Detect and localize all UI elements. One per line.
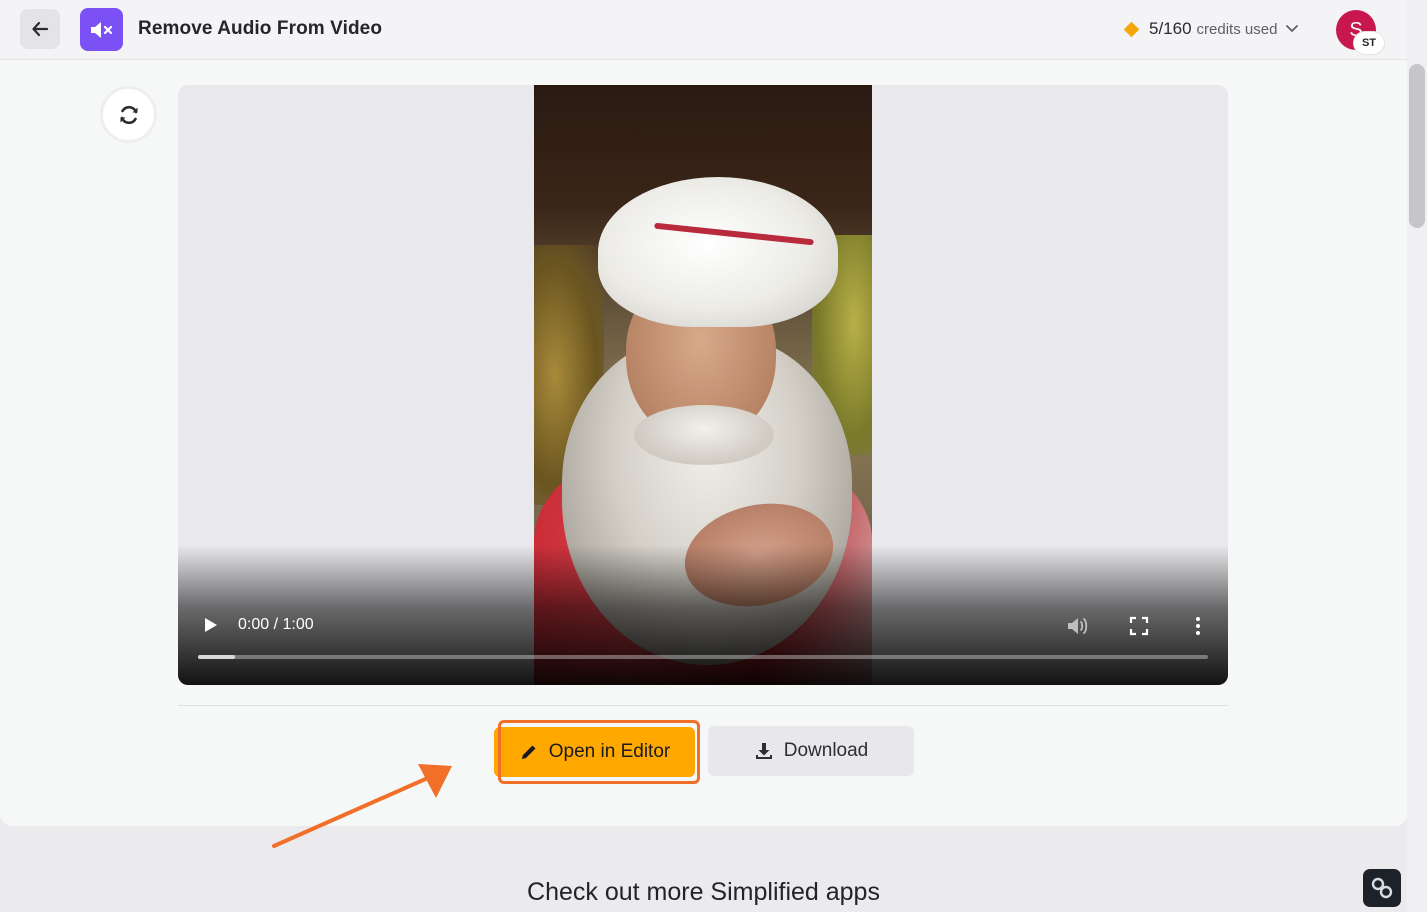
link-icon bbox=[1371, 877, 1393, 899]
fullscreen-icon[interactable] bbox=[1128, 615, 1150, 637]
refresh-icon bbox=[120, 105, 137, 124]
pencil-icon bbox=[521, 745, 536, 759]
download-icon bbox=[755, 743, 772, 759]
more-vertical-icon[interactable] bbox=[1188, 615, 1208, 637]
video-player[interactable]: 0:00 / 1:00 bbox=[178, 85, 1228, 685]
page-scrollbar-thumb[interactable] bbox=[1409, 64, 1425, 228]
credits-label: credits used bbox=[1196, 20, 1278, 38]
play-icon[interactable] bbox=[200, 615, 220, 635]
open-in-editor-label: Open in Editor bbox=[548, 741, 671, 762]
download-button[interactable]: Download bbox=[708, 726, 914, 776]
annotation-arrow bbox=[272, 764, 452, 848]
top-bar: Remove Audio From Video 5/160 credits us… bbox=[0, 0, 1407, 60]
download-label: Download bbox=[783, 740, 869, 761]
back-button[interactable] bbox=[20, 9, 60, 49]
refresh-button[interactable] bbox=[100, 86, 157, 143]
workspace-badge[interactable]: ST bbox=[1354, 32, 1384, 54]
more-apps-heading: Check out more Simplified apps bbox=[527, 878, 880, 906]
credits-diamond-icon bbox=[1123, 21, 1140, 37]
open-in-editor-button[interactable]: Open in Editor bbox=[494, 727, 695, 777]
chevron-down-icon bbox=[1286, 25, 1299, 32]
page-title: Remove Audio From Video bbox=[138, 18, 383, 39]
credits-count: 5/160 bbox=[1149, 19, 1192, 38]
credits-dropdown[interactable]: 5/160 credits used bbox=[1123, 18, 1299, 40]
mute-speaker-icon bbox=[90, 21, 112, 38]
link-widget-button[interactable] bbox=[1363, 869, 1401, 907]
video-progress-bar[interactable] bbox=[198, 655, 1208, 659]
volume-icon[interactable] bbox=[1066, 615, 1090, 637]
divider bbox=[178, 705, 1228, 706]
time-display: 0:00 / 1:00 bbox=[238, 616, 314, 633]
video-progress-fill bbox=[198, 655, 236, 659]
app-icon bbox=[80, 8, 123, 51]
arrow-left-icon bbox=[32, 21, 49, 37]
